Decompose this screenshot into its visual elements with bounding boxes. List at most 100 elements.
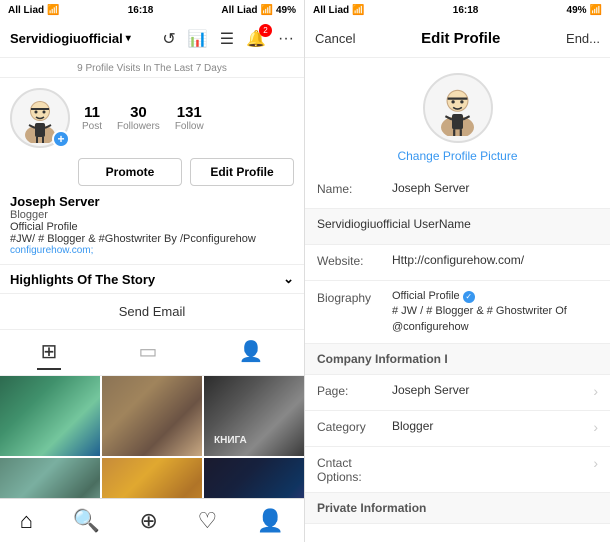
send-email-bar[interactable]: Send Email <box>0 294 304 330</box>
right-panel: All Liad 📶 16:18 49% 📶 Cancel Edit Profi… <box>305 0 610 542</box>
edit-profile-title: Edit Profile <box>421 30 500 47</box>
highlights-bar[interactable]: Highlights Of The Story ⌄ <box>0 264 304 294</box>
form-label-biography: Biography <box>317 289 392 305</box>
form-row-page[interactable]: Page: Joseph Server › <box>305 375 610 411</box>
cancel-button[interactable]: Cancel <box>315 31 355 46</box>
company-section-label: Company Information I <box>317 352 448 366</box>
right-status-bar: All Liad 📶 16:18 49% 📶 <box>305 0 610 20</box>
form-value-website[interactable]: Http://configurehow.com/ <box>392 253 598 267</box>
carrier-left: All Liad <box>8 5 44 16</box>
media-tabs: ⊞ ▭ 👤 <box>0 330 304 376</box>
profile-bio-line2: #JW/ # Blogger & #Ghostwriter By /Pconfi… <box>10 233 294 245</box>
profile-role: Blogger <box>10 209 294 221</box>
form-value-name[interactable]: Joseph Server <box>392 181 598 195</box>
avatar-add-icon[interactable]: + <box>52 130 70 148</box>
right-status-left: All Liad 📶 <box>313 5 365 16</box>
time-right: 16:18 <box>453 5 479 16</box>
photo-cell-3[interactable]: КНИГА <box>204 376 304 456</box>
form-row-username: Servidiogiuofficial UserName <box>305 209 610 245</box>
photo-cell-6[interactable] <box>204 458 304 498</box>
photo-cell-5[interactable]: ⊙ <box>102 458 202 498</box>
category-chevron-icon: › <box>593 419 598 435</box>
wifi-icon-right: 📶 <box>352 5 364 16</box>
verified-icon: ✓ <box>463 291 475 303</box>
stat-following-label: Follow <box>175 121 204 132</box>
nav-icons: ↺ 📊 ☰ 🔔 2 ··· <box>162 29 294 49</box>
stat-posts: 11 Post <box>82 104 102 132</box>
form-value-page[interactable]: Joseph Server <box>392 383 589 397</box>
stat-posts-num: 11 <box>84 104 100 121</box>
photo-grid: КНИГА ⊙ <box>0 376 304 498</box>
form-value-category[interactable]: Blogger <box>392 419 589 433</box>
nav-heart-icon[interactable]: ♡ <box>198 508 218 534</box>
form-label-contact: Cntact Options: <box>317 455 392 484</box>
wifi2-icon-left: 📶 <box>261 5 273 16</box>
stat-posts-label: Post <box>82 121 102 132</box>
battery-pct-right: 49% <box>567 5 587 16</box>
nav-brand[interactable]: Servidiogiuofficial ▾ <box>10 31 131 46</box>
bottom-nav: ⌂ 🔍 ⊕ ♡ 👤 <box>0 498 304 542</box>
form-value-username: Servidiogiuofficial UserName <box>317 217 598 231</box>
change-pic-section: Change Profile Picture <box>305 58 610 173</box>
contact-chevron-icon: › <box>593 455 598 471</box>
highlights-label: Highlights Of The Story <box>10 272 155 287</box>
profile-link[interactable]: configurehow.com; <box>10 245 294 256</box>
form-label-name: Name: <box>317 181 392 196</box>
photo-cell-4[interactable] <box>0 458 100 498</box>
profile-section: + 11 Post 30 Followers 131 Follow <box>0 78 304 153</box>
edit-form: Name: Joseph Server Servidiogiuofficial … <box>305 173 610 542</box>
end-button[interactable]: End... <box>566 31 600 46</box>
notification-badge: 2 <box>259 24 272 37</box>
stat-following: 131 Follow <box>175 104 204 132</box>
form-row-category[interactable]: Category Blogger › <box>305 411 610 447</box>
tab-grid[interactable]: ⊞ <box>37 335 62 370</box>
photo-cell-1[interactable] <box>0 376 100 456</box>
more-icon[interactable]: ··· <box>278 30 294 48</box>
notifications-icon-wrap[interactable]: 🔔 2 <box>246 29 266 49</box>
form-row-contact[interactable]: Cntact Options: › <box>305 447 610 493</box>
right-status-right: 49% 📶 <box>567 5 602 16</box>
carrier2-left: All Liad <box>221 5 257 16</box>
brand-name: Servidiogiuofficial <box>10 31 123 46</box>
edit-profile-nav: Cancel Edit Profile End... <box>305 20 610 58</box>
history-icon[interactable]: ↺ <box>162 29 175 49</box>
change-pic-label[interactable]: Change Profile Picture <box>397 149 517 163</box>
left-nav-bar: Servidiogiuofficial ▾ ↺ 📊 ☰ 🔔 2 ··· <box>0 20 304 58</box>
carrier-right: All Liad <box>313 5 349 16</box>
highlights-chevron-icon: ⌄ <box>283 271 294 287</box>
private-section-label: Private Information <box>317 501 426 515</box>
edit-profile-button[interactable]: Edit Profile <box>190 158 294 186</box>
stat-followers-num: 30 <box>130 104 147 121</box>
form-row-name[interactable]: Name: Joseph Server <box>305 173 610 209</box>
profile-name: Joseph Server <box>10 194 294 209</box>
chart-icon[interactable]: 📊 <box>188 29 208 49</box>
stat-following-num: 131 <box>177 104 202 121</box>
wifi2-icon-right: 📶 <box>590 5 602 16</box>
left-status-bar: All Liad 📶 16:18 All Liad 📶 49% <box>0 0 304 20</box>
photo-cell-2[interactable] <box>102 376 202 456</box>
left-status-right: All Liad 📶 49% <box>221 5 296 16</box>
tab-tablet[interactable]: ▭ <box>134 335 161 370</box>
nav-search-icon[interactable]: 🔍 <box>73 508 100 534</box>
avatar-wrap[interactable]: + <box>10 88 70 148</box>
promote-button[interactable]: Promote <box>78 158 182 186</box>
nav-add-icon[interactable]: ⊕ <box>140 508 158 534</box>
tab-person[interactable]: 👤 <box>235 335 268 370</box>
form-row-biography[interactable]: Biography Official Profile ✓ # JW / # Bl… <box>305 281 610 344</box>
stat-followers-label: Followers <box>117 121 160 132</box>
left-panel: All Liad 📶 16:18 All Liad 📶 49% Servidio… <box>0 0 305 542</box>
nav-home-icon[interactable]: ⌂ <box>20 508 33 534</box>
nav-profile-icon[interactable]: 👤 <box>257 508 284 534</box>
form-label-website: Website: <box>317 253 392 268</box>
bio-section: Joseph Server Blogger Official Profile #… <box>0 194 304 264</box>
form-label-category: Category <box>317 419 392 434</box>
form-value-biography[interactable]: Official Profile ✓ # JW / # Blogger & # … <box>392 289 598 335</box>
list-icon[interactable]: ☰ <box>220 29 234 49</box>
form-label-page: Page: <box>317 383 392 398</box>
time-left: 16:18 <box>128 5 154 16</box>
right-avatar[interactable] <box>423 73 493 143</box>
form-row-website[interactable]: Website: Http://configurehow.com/ <box>305 245 610 281</box>
action-buttons: Promote Edit Profile <box>0 153 304 194</box>
page-chevron-icon: › <box>593 383 598 399</box>
wifi-icon-left: 📶 <box>47 5 59 16</box>
